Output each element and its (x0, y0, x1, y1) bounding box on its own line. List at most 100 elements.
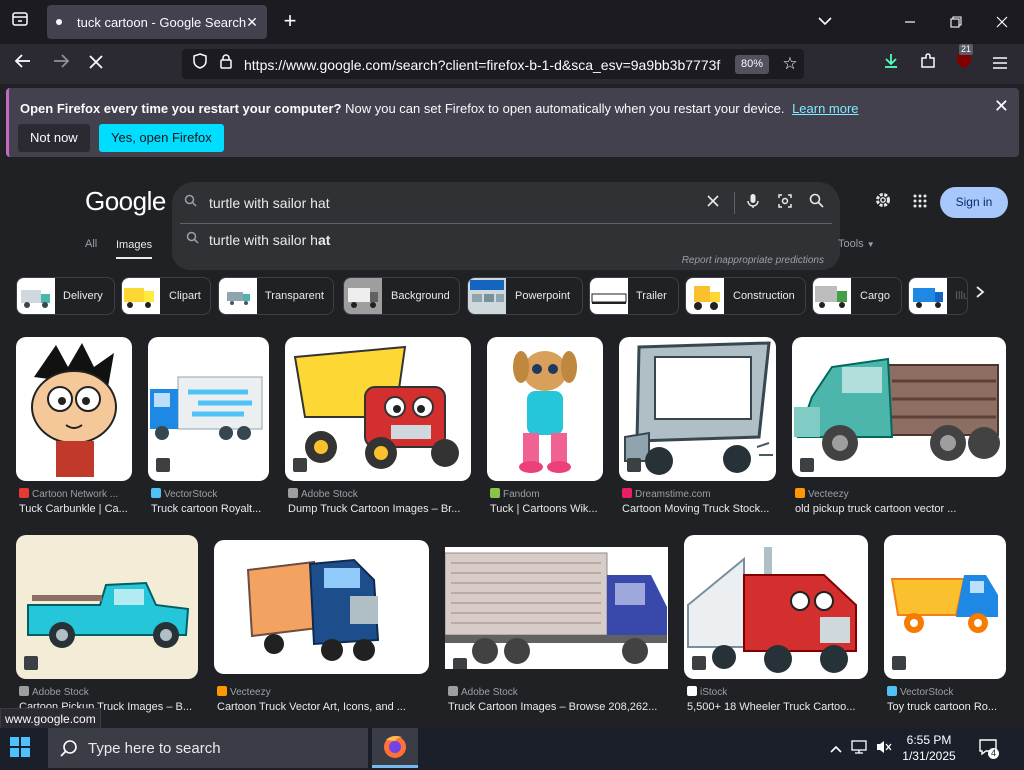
back-icon[interactable] (10, 51, 36, 77)
image-result[interactable]: Adobe Stock Truck Cartoon Images – Brows… (445, 547, 668, 715)
result-image[interactable] (619, 337, 776, 481)
image-result[interactable]: Dreamstime.com Cartoon Moving Truck Stoc… (619, 337, 776, 517)
voice-search-icon[interactable] (743, 193, 763, 213)
result-title[interactable]: Dump Truck Cartoon Images – Br... (288, 503, 471, 515)
tab-close-icon[interactable]: ✕ (243, 13, 261, 31)
search-submit-icon[interactable] (806, 193, 826, 213)
windows-start-icon[interactable] (10, 737, 32, 759)
chip-label: Illu (955, 290, 968, 302)
chip-construction[interactable]: Construction (685, 277, 806, 315)
list-tabs-chevron-icon[interactable] (814, 10, 836, 32)
image-result[interactable]: VectorStock Truck cartoon Royalt... (148, 337, 269, 517)
firefox-view-icon[interactable] (8, 10, 32, 34)
result-title[interactable]: Tuck Carbunkle | Ca... (19, 503, 132, 515)
result-image[interactable] (285, 337, 471, 481)
result-title[interactable]: Truck Cartoon Images – Browse 208,262... (448, 701, 668, 713)
image-result[interactable]: Vecteezy Cartoon Truck Vector Art, Icons… (214, 540, 429, 715)
result-source-name: Fandom (503, 489, 540, 500)
image-result[interactable]: VectorStock Toy truck cartoon Ro... (884, 535, 1006, 715)
google-logo[interactable]: Google (85, 186, 166, 217)
settings-gear-icon[interactable] (872, 191, 894, 213)
result-image[interactable] (214, 540, 429, 674)
sign-in-button[interactable]: Sign in (940, 187, 1008, 218)
minimize-icon[interactable] (900, 12, 920, 32)
source-favicon (19, 488, 29, 498)
image-result[interactable]: Adobe Stock Dump Truck Cartoon Images – … (285, 337, 471, 517)
taskbar-search-box[interactable]: Type here to search (48, 728, 368, 768)
learn-more-link[interactable]: Learn more (792, 101, 858, 116)
restore-icon[interactable] (946, 12, 966, 32)
search-box[interactable]: turtle with sailor hat turtle with sailo… (172, 182, 840, 270)
report-predictions-link[interactable]: Report inappropriate predictions (682, 255, 824, 266)
notifications-icon[interactable]: 4 (976, 738, 1000, 759)
google-apps-icon[interactable] (909, 191, 931, 213)
network-icon[interactable] (850, 739, 870, 758)
chips-next-chevron-icon[interactable] (975, 285, 985, 304)
result-title[interactable]: Toy truck cartoon Ro... (887, 701, 1006, 713)
tools-dropdown-icon: ▼ (866, 240, 875, 249)
zoom-level-button[interactable]: 80% (735, 55, 769, 74)
system-clock[interactable]: 6:55 PM 1/31/2025 (896, 732, 962, 764)
result-image[interactable] (884, 535, 1006, 679)
tab-images[interactable]: Images (116, 239, 153, 259)
search-by-image-icon[interactable] (775, 193, 795, 213)
tracking-protection-shield-icon[interactable] (187, 51, 213, 77)
image-result[interactable]: Adobe Stock Cartoon Pickup Truck Images … (16, 535, 198, 715)
show-hidden-icons-chevron[interactable] (828, 740, 844, 756)
source-favicon (448, 686, 458, 696)
lock-icon[interactable] (213, 51, 239, 77)
url-bar[interactable]: https://www.google.com/search?client=fir… (182, 49, 804, 79)
result-title[interactable]: Truck cartoon Royalt... (151, 503, 269, 515)
chip-thumbnail (590, 278, 628, 314)
search-suggestion[interactable]: turtle with sailor hat (209, 232, 330, 248)
menu-hamburger-icon[interactable] (987, 51, 1013, 77)
result-image[interactable] (445, 547, 668, 669)
result-title[interactable]: Cartoon Truck Vector Art, Icons, and ... (217, 701, 429, 713)
result-image[interactable] (148, 337, 269, 481)
result-title[interactable]: 5,500+ 18 Wheeler Truck Cartoo... (687, 701, 868, 713)
image-result[interactable]: Vecteezy old pickup truck cartoon vector… (792, 337, 1006, 517)
chip-powerpoint[interactable]: Powerpoint (467, 277, 583, 315)
image-result[interactable]: Cartoon Network ... Tuck Carbunkle | Ca.… (16, 337, 132, 517)
tab-title: tuck cartoon - Google Search (77, 15, 247, 30)
result-image[interactable] (792, 337, 1006, 477)
result-image[interactable] (16, 337, 132, 481)
taskbar-firefox-icon[interactable] (372, 728, 418, 768)
notification-close-icon[interactable]: ✕ (994, 96, 1009, 117)
chip-transparent[interactable]: Transparent (218, 277, 334, 315)
result-title[interactable]: old pickup truck cartoon vector ... (795, 503, 1006, 515)
downloads-icon[interactable] (878, 51, 904, 77)
ublock-extension-icon[interactable]: 21 (951, 44, 977, 77)
search-input[interactable]: turtle with sailor hat (209, 195, 330, 211)
tools-button[interactable]: Tools ▼ (838, 238, 875, 250)
result-image[interactable] (487, 337, 603, 481)
close-window-icon[interactable] (992, 12, 1012, 32)
clock-date: 1/31/2025 (902, 749, 956, 763)
extensions-puzzle-icon[interactable] (915, 51, 941, 77)
chip-label: Powerpoint (515, 290, 571, 302)
clear-search-icon[interactable] (703, 193, 723, 213)
result-title[interactable]: Tuck | Cartoons Wik... (490, 503, 603, 515)
volume-muted-icon[interactable] (874, 739, 894, 758)
result-image[interactable] (684, 535, 868, 679)
active-tab[interactable]: tuck cartoon - Google Search ✕ (47, 5, 267, 39)
chip-illustration[interactable]: Illu (908, 277, 968, 315)
result-image[interactable] (16, 535, 198, 679)
stop-loading-icon[interactable] (83, 51, 109, 77)
suggestion-search-icon (182, 230, 202, 250)
chip-delivery[interactable]: Delivery (16, 277, 115, 315)
yes-open-firefox-button[interactable]: Yes, open Firefox (99, 124, 224, 152)
result-source: VectorStock (151, 488, 269, 500)
chip-background[interactable]: Background (343, 277, 460, 315)
chip-trailer[interactable]: Trailer (589, 277, 679, 315)
new-tab-icon[interactable]: + (279, 9, 301, 33)
bookmark-star-icon[interactable]: ☆ (777, 51, 803, 77)
image-result[interactable]: iStock 5,500+ 18 Wheeler Truck Cartoo... (684, 535, 868, 715)
not-now-button[interactable]: Not now (18, 124, 90, 152)
result-source: Vecteezy (795, 488, 1006, 500)
result-title[interactable]: Cartoon Moving Truck Stock... (622, 503, 776, 515)
image-result[interactable]: Fandom Tuck | Cartoons Wik... (487, 337, 603, 517)
chip-cargo[interactable]: Cargo (812, 277, 902, 315)
tab-all[interactable]: All (85, 238, 97, 250)
chip-clipart[interactable]: Clipart (121, 277, 211, 315)
